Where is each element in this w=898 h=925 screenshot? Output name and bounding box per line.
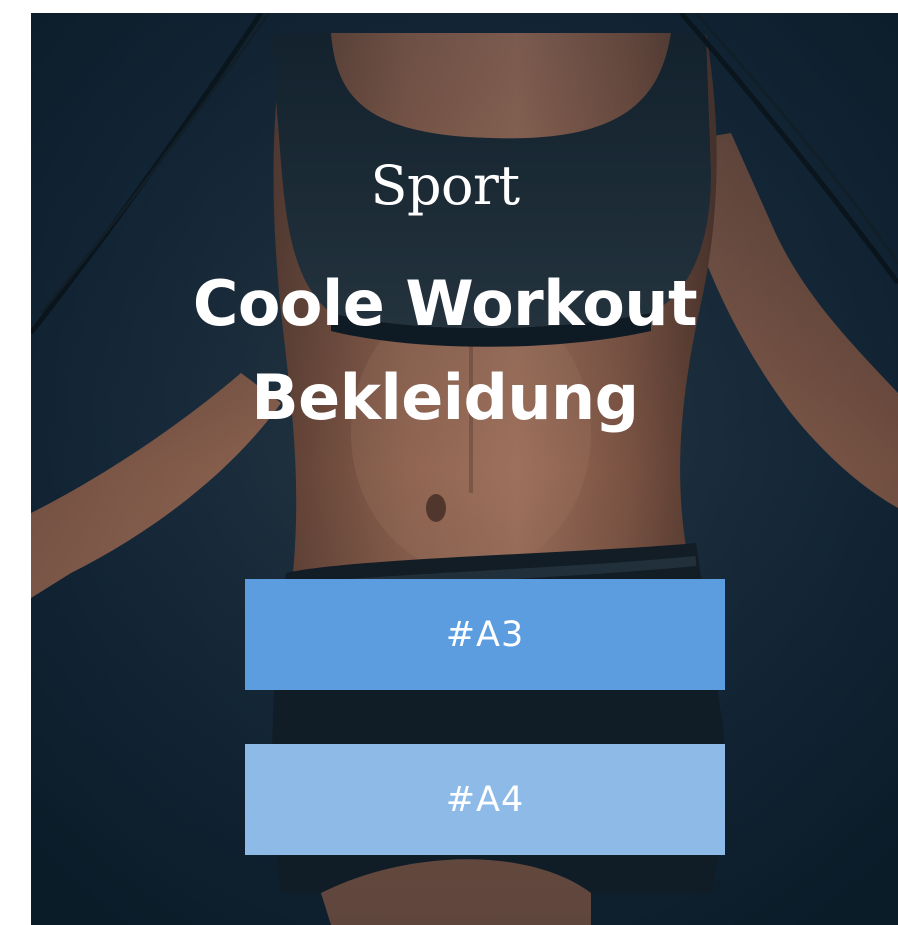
hero-eyebrow: Sport	[370, 154, 520, 217]
a4-button-label: #A4	[445, 779, 525, 820]
a4-button[interactable]: #A4	[245, 744, 725, 855]
a3-button[interactable]: #A3	[245, 579, 725, 690]
hero-headline: Coole Workout Bekleidung	[0, 257, 890, 445]
a3-button-label: #A3	[445, 614, 525, 655]
headline-line-2: Bekleidung	[251, 361, 639, 434]
headline-line-1: Coole Workout	[192, 267, 698, 340]
